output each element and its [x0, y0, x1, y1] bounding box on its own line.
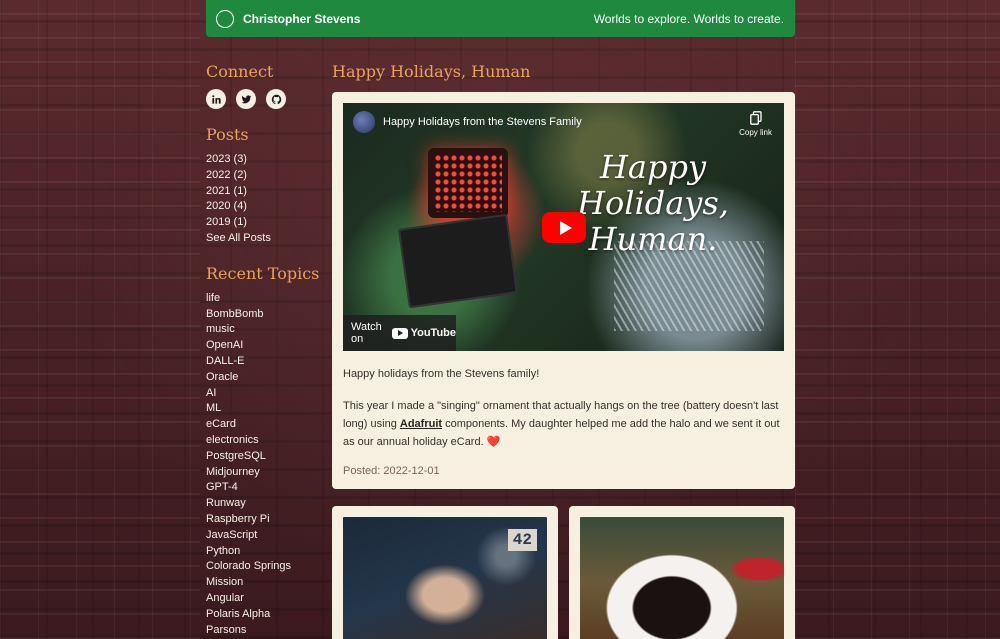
topic-link[interactable]: Runway: [206, 496, 326, 512]
post-paragraph: This year I made a "singing" ornament th…: [343, 397, 784, 451]
site-header: Christopher Stevens Worlds to explore. W…: [206, 0, 795, 37]
logo-circle-icon: [216, 9, 234, 28]
background-shelves-right: [795, 0, 1000, 639]
post-title[interactable]: Happy Holidays, Human: [332, 62, 795, 81]
topic-link[interactable]: PostgreSQL: [206, 449, 326, 465]
site-tagline: Worlds to explore. Worlds to create.: [593, 11, 784, 26]
post-paragraph: Happy holidays from the Stevens family!: [343, 368, 540, 380]
related-posts: 42: [332, 506, 795, 639]
posts-year-link[interactable]: 2020 (4): [206, 199, 326, 215]
twitter-button[interactable]: [236, 89, 256, 109]
topic-link[interactable]: music: [206, 322, 326, 338]
github-icon: [271, 94, 281, 104]
sidebar: Connect Posts 2023 (3) 2022 (2) 2021 (1)…: [206, 62, 326, 638]
video-header: Happy Holidays from the Stevens Family: [353, 111, 774, 133]
watch-on-youtube-button[interactable]: Watch on YouTube: [343, 315, 456, 351]
youtube-play-icon: [391, 327, 408, 339]
topic-link[interactable]: Raspberry Pi: [206, 512, 326, 528]
topic-link[interactable]: ML: [206, 401, 326, 417]
topic-link[interactable]: Mission: [206, 575, 326, 591]
posts-year-link[interactable]: 2021 (1): [206, 184, 326, 200]
channel-avatar[interactable]: [353, 111, 375, 133]
topic-link[interactable]: AI: [206, 386, 326, 402]
linkedin-button[interactable]: [206, 89, 226, 109]
topic-link[interactable]: BombBomb: [206, 307, 326, 323]
youtube-logo: YouTube: [391, 327, 456, 339]
post-body: Happy holidays from the Stevens family! …: [343, 365, 784, 477]
main-content: Happy Holidays, Human Happy Holidays fro…: [332, 62, 795, 489]
recent-topics-heading: Recent Topics: [206, 263, 320, 283]
topic-link[interactable]: Midjourney: [206, 465, 326, 481]
topic-link[interactable]: Angular: [206, 591, 326, 607]
topic-link[interactable]: Oracle: [206, 370, 326, 386]
posts-list: 2023 (3) 2022 (2) 2021 (1) 2020 (4) 2019…: [206, 152, 326, 247]
topic-link[interactable]: GPT-4: [206, 480, 326, 496]
robot-ornament-image: [428, 148, 508, 218]
social-links: [206, 89, 326, 109]
topic-link[interactable]: Colorado Springs: [206, 559, 326, 575]
topic-link[interactable]: life: [206, 291, 326, 307]
connect-heading: Connect: [206, 62, 274, 81]
posts-heading: Posts: [206, 125, 249, 144]
thumbnail-number-label: 42: [507, 529, 537, 551]
topics-list: life BombBomb music OpenAI DALL-E Oracle…: [206, 291, 326, 639]
site-name[interactable]: Christopher Stevens: [243, 12, 360, 26]
github-button[interactable]: [266, 89, 286, 109]
linkedin-icon: [211, 94, 221, 104]
related-post-card[interactable]: [569, 506, 795, 639]
topic-link[interactable]: JavaScript: [206, 528, 326, 544]
topic-link[interactable]: Parsons: [206, 623, 326, 639]
topic-link[interactable]: eCard: [206, 417, 326, 433]
see-all-posts-link[interactable]: See All Posts: [206, 231, 326, 247]
posts-year-link[interactable]: 2023 (3): [206, 152, 326, 168]
topic-link[interactable]: electronics: [206, 433, 326, 449]
video-title[interactable]: Happy Holidays from the Stevens Family: [383, 116, 582, 128]
watch-on-label: Watch on: [351, 321, 382, 345]
topic-link[interactable]: DALL-E: [206, 354, 326, 370]
related-post-card[interactable]: 42: [332, 506, 558, 639]
post-date: Posted: 2022-12-01: [343, 465, 440, 477]
posts-year-link[interactable]: 2019 (1): [206, 215, 326, 231]
copy-link-label: Copy link: [739, 128, 772, 137]
youtube-wordmark: YouTube: [410, 327, 456, 339]
coffee-mug-thumbnail-image[interactable]: [580, 517, 784, 639]
brand[interactable]: Christopher Stevens: [216, 9, 360, 28]
post-card: Happy Holidays from the Stevens Family C…: [332, 92, 795, 489]
posts-year-link[interactable]: 2022 (2): [206, 168, 326, 184]
youtube-video-embed[interactable]: Happy Holidays from the Stevens Family C…: [343, 103, 784, 351]
copy-icon: [749, 111, 762, 125]
copy-link-button[interactable]: Copy link: [739, 111, 772, 137]
post-thumbnail-image[interactable]: 42: [343, 517, 547, 639]
topic-link[interactable]: OpenAI: [206, 338, 326, 354]
play-icon[interactable]: [542, 212, 586, 243]
circuit-board-image: [397, 213, 519, 309]
topic-link[interactable]: Polaris Alpha: [206, 607, 326, 623]
topic-link[interactable]: Python: [206, 544, 326, 560]
heart-icon: ❤️: [486, 436, 501, 448]
adafruit-link[interactable]: Adafruit: [400, 418, 442, 430]
background-shelves-left: [0, 0, 200, 639]
twitter-icon: [241, 94, 251, 103]
